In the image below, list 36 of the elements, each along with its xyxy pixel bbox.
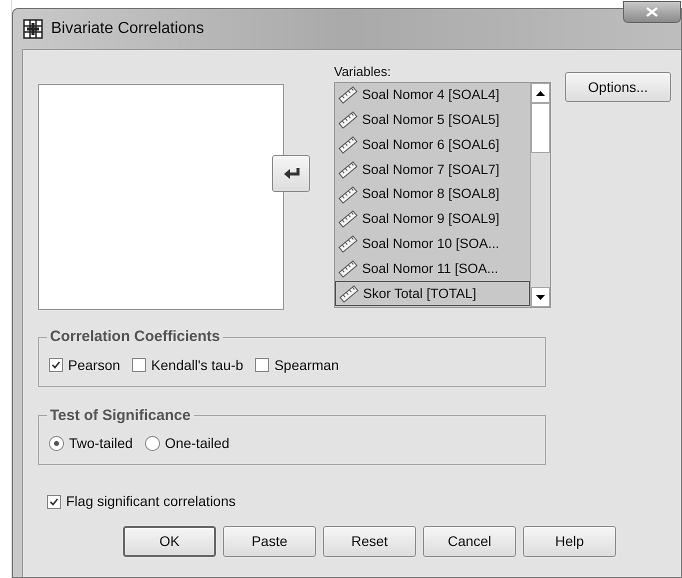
checkbox-label: Kendall's tau-b (151, 356, 244, 374)
variable-item[interactable]: Skor Total [TOTAL] (335, 281, 530, 306)
checkbox-label: Spearman (274, 356, 339, 375)
check-icon (49, 496, 59, 506)
radio-button[interactable] (144, 436, 160, 451)
checkbox[interactable] (49, 358, 63, 372)
checkbox-label: Pearson (68, 356, 120, 374)
grid-icon (23, 19, 43, 39)
group-title: Correlation Coefficients (49, 327, 222, 347)
bent-arrow-icon (282, 166, 300, 180)
checkbox[interactable] (255, 358, 270, 372)
scroll-down-icon[interactable] (531, 287, 550, 307)
dialog-button[interactable]: Cancel (423, 526, 516, 557)
scrollbar[interactable] (530, 83, 550, 307)
move-button[interactable] (272, 155, 310, 192)
options-button[interactable]: Options... (565, 72, 671, 102)
list-label: Variables: (334, 63, 392, 81)
dialog-button[interactable]: Paste (223, 526, 316, 557)
close-button[interactable] (623, 1, 681, 23)
radio-label: Two-tailed (69, 434, 133, 453)
radio-label: One-tailed (164, 434, 230, 453)
scroll-up-icon[interactable] (531, 83, 550, 103)
close-icon (646, 7, 658, 17)
radio-button[interactable] (49, 436, 64, 451)
ruler-icon (339, 284, 359, 303)
checkbox-label: Flag significant correlations (66, 492, 236, 511)
dialog-button[interactable]: Help (523, 526, 616, 557)
dialog-button[interactable]: OK (123, 526, 216, 557)
checkbox[interactable] (47, 494, 61, 508)
checkbox[interactable] (132, 358, 146, 372)
check-icon (51, 360, 61, 370)
scroll-thumb[interactable] (531, 103, 550, 153)
dialog-button[interactable]: Reset (323, 526, 416, 557)
group-title: Test of Significance (49, 406, 192, 426)
variable-list[interactable]: Soal Nomor 4 [SOAL4] Soal Nomor 5 [SOAL5] Soal Nomor 6 [SOAL6] Soal Nomor 7 [SOAL7] Soal Nomor 8 [SOAL8] Soal Nomor 9 [SOAL9] Soal Nomor 10 [SOA... Soal Nomor 11 [SOA... Skor Total [TOTAL] (334, 82, 551, 308)
window-title: Bivariate Correlations (51, 19, 204, 39)
